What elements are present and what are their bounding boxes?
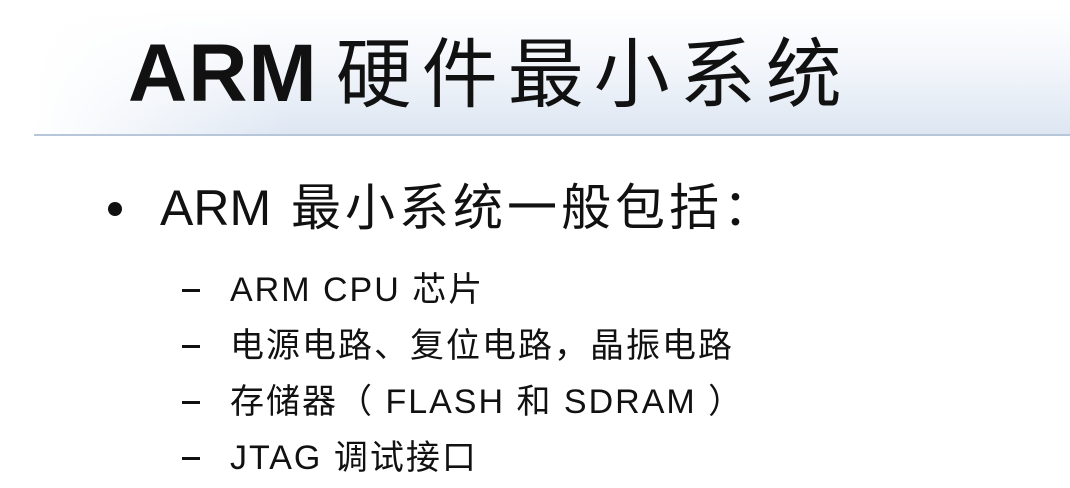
sub-item: 存储器（ FLASH 和 SDRAM ） — [182, 374, 744, 430]
title-underline — [34, 134, 1070, 136]
dash-icon — [182, 456, 200, 460]
sub-item-text: 电源电路、复位电路，晶振电路 — [230, 327, 734, 365]
sub-item-list: ARM CPU 芯片 电源电路、复位电路，晶振电路 存储器（ FLASH 和 S… — [182, 262, 744, 486]
sub-item: 电源电路、复位电路，晶振电路 — [182, 318, 744, 374]
bullet-dot-icon — [108, 202, 122, 216]
sub-item-text: JTAG 调试接口 — [230, 439, 478, 477]
bullet-text: ARM 最小系统一般包括： — [160, 176, 777, 240]
bullet-text-cjk: 最小系统一般包括： — [291, 179, 778, 237]
sub-item: JTAG 调试接口 — [182, 430, 744, 486]
sub-item-text: 存储器（ FLASH 和 SDRAM ） — [230, 383, 745, 421]
bullet-item: ARM 最小系统一般包括： — [108, 176, 777, 240]
dash-icon — [182, 288, 200, 292]
slide-title-cjk: 硬件最小系统 — [335, 30, 852, 119]
dash-icon — [182, 400, 200, 404]
bullet-text-latin: ARM — [160, 180, 272, 236]
slide-title-latin: ARM — [128, 28, 318, 119]
slide: ARM 硬件最小系统 ARM 最小系统一般包括： ARM CPU 芯片 电源电路、… — [0, 0, 1070, 488]
dash-icon — [182, 344, 200, 348]
sub-item: ARM CPU 芯片 — [182, 262, 744, 318]
slide-title: ARM 硬件最小系统 — [128, 28, 852, 121]
sub-item-text: ARM CPU 芯片 — [230, 271, 485, 309]
